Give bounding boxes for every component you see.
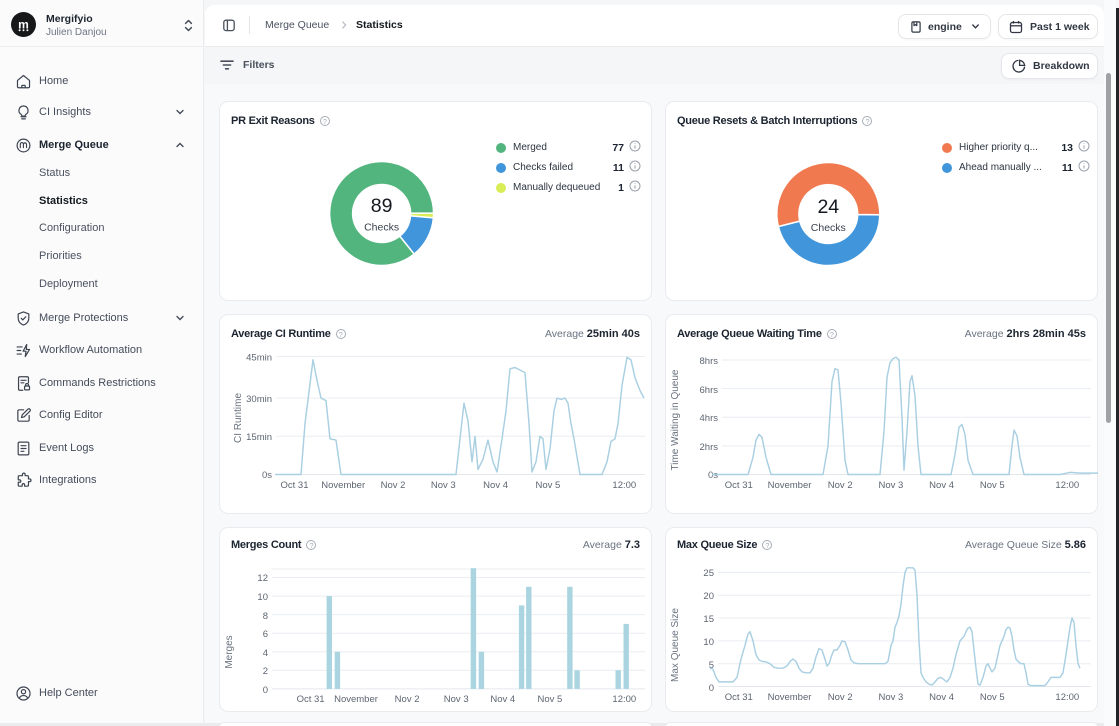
svg-text:12: 12 [257,573,268,584]
svg-text:Oct 31: Oct 31 [297,694,325,705]
svg-text:Nov 3: Nov 3 [878,480,903,491]
svg-text:Nov 5: Nov 5 [980,480,1005,491]
svg-text:Nov 5: Nov 5 [535,480,560,491]
svg-text:4hrs: 4hrs [700,413,719,424]
svg-text:Nov 4: Nov 4 [490,694,515,705]
svg-text:8hrs: 8hrs [700,356,719,367]
svg-text:Nov 5: Nov 5 [537,694,562,705]
svg-text:12:00: 12:00 [612,694,636,705]
svg-text:Nov 2: Nov 2 [828,480,853,491]
svg-text:CI Runtime: CI Runtime [233,393,244,443]
svg-text:12:00: 12:00 [1055,692,1079,703]
svg-text:12:00: 12:00 [612,480,636,491]
svg-text:November: November [768,692,812,703]
svg-text:Checks: Checks [811,222,846,234]
svg-text:6: 6 [263,629,268,640]
svg-text:2hrs: 2hrs [700,442,719,453]
svg-text:10: 10 [257,592,268,603]
svg-text:0s: 0s [262,470,272,481]
svg-text:15: 15 [703,614,714,625]
svg-text:0s: 0s [708,470,718,481]
svg-text:45min: 45min [246,353,272,364]
svg-text:89: 89 [371,195,393,217]
svg-text:Time Waiting in Queue: Time Waiting in Queue [670,369,681,470]
svg-text:Nov 2: Nov 2 [395,694,420,705]
svg-text:Merges: Merges [224,635,235,668]
svg-text:Checks: Checks [364,222,399,234]
svg-text:0: 0 [709,683,714,694]
svg-text:25: 25 [703,568,714,579]
svg-text:Oct 31: Oct 31 [281,480,309,491]
svg-text:2: 2 [263,666,268,677]
svg-text:15min: 15min [246,432,272,443]
svg-text:12:00: 12:00 [1055,480,1079,491]
svg-text:0: 0 [263,685,268,696]
svg-text:6hrs: 6hrs [700,385,719,396]
svg-text:Nov 2: Nov 2 [381,480,406,491]
svg-text:10: 10 [703,637,714,648]
svg-text:24: 24 [817,196,839,218]
svg-text:Nov 4: Nov 4 [929,480,954,491]
svg-text:8: 8 [263,611,268,622]
svg-text:Nov 3: Nov 3 [431,480,456,491]
svg-text:Nov 5: Nov 5 [980,692,1005,703]
svg-text:Max Queue Size: Max Queue Size [670,608,681,682]
svg-text:November: November [768,480,812,491]
svg-text:Nov 3: Nov 3 [444,694,469,705]
svg-text:Nov 2: Nov 2 [828,692,853,703]
svg-text:Nov 3: Nov 3 [878,692,903,703]
svg-text:Oct 31: Oct 31 [725,692,753,703]
svg-text:20: 20 [703,591,714,602]
svg-text:4: 4 [263,648,268,659]
svg-text:Nov 4: Nov 4 [483,480,508,491]
svg-text:30min: 30min [246,394,272,405]
svg-text:Oct 31: Oct 31 [725,480,753,491]
svg-text:November: November [334,694,378,705]
svg-text:November: November [321,480,365,491]
svg-text:Nov 4: Nov 4 [929,692,954,703]
